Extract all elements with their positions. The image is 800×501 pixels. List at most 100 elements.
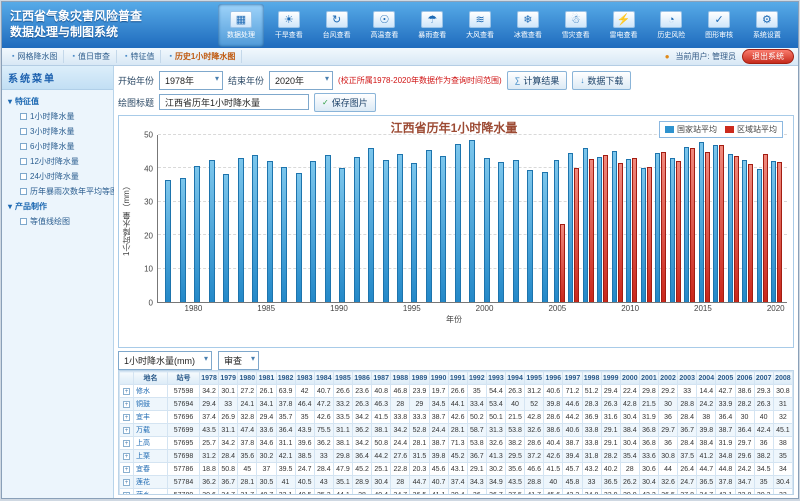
table-header-year-1994[interactable]: 1994 <box>506 372 525 385</box>
table-header-year-1988[interactable]: 1988 <box>391 372 410 385</box>
table-row-铜鼓[interactable]: +铜鼓5769429.43324.134.137.846.447.233.226… <box>120 398 793 411</box>
table-row-万载[interactable]: +万载5769943.531.147.433.636.443.975.531.1… <box>120 424 793 437</box>
row-expand-icon[interactable]: + <box>123 414 130 421</box>
value-cell-莲花-1993: 34.9 <box>486 476 505 489</box>
tree-item-1-0[interactable]: 等值线绘图 <box>4 214 111 229</box>
download-button[interactable]: ↓ 数据下载 <box>572 71 631 90</box>
header-module-4[interactable]: ☂暴雨查看 <box>409 4 455 47</box>
tab-1[interactable]: ▪值日审查 <box>66 50 116 63</box>
bar-group-2003 <box>523 135 537 302</box>
header-module-6[interactable]: ❄冰雹查看 <box>505 4 551 47</box>
tree-item-checkbox[interactable] <box>20 173 27 180</box>
tree-item-0-3[interactable]: 12小时降水量 <box>4 154 111 169</box>
tree-item-checkbox[interactable] <box>20 158 27 165</box>
row-expand-icon[interactable]: + <box>123 453 130 460</box>
value-cell-宜丰-1995: 42.8 <box>525 411 544 424</box>
tree-item-checkbox[interactable] <box>20 143 27 150</box>
table-review-select[interactable]: 审查 <box>218 351 259 370</box>
logout-button[interactable]: 退出系统 <box>742 49 794 64</box>
tab-3[interactable]: ▪历史1小时降水图 <box>163 50 242 63</box>
table-row-上栗[interactable]: +上栗5769831.228.435.630.242.138.53329.836… <box>120 450 793 463</box>
table-header-year-1996[interactable]: 1996 <box>544 372 563 385</box>
row-expand-icon[interactable]: + <box>123 492 130 496</box>
table-header-year-1995[interactable]: 1995 <box>525 372 544 385</box>
table-header-year-1982[interactable]: 1982 <box>276 372 295 385</box>
table-row-修水[interactable]: +修水5759834.230.127.226.163.94240.726.623… <box>120 385 793 398</box>
table-header-year-1999[interactable]: 1999 <box>601 372 620 385</box>
table-header-year-1983[interactable]: 1983 <box>295 372 314 385</box>
table-header-year-1993[interactable]: 1993 <box>486 372 505 385</box>
save-image-button[interactable]: ✓ 保存图片 <box>314 93 376 112</box>
tree-group-0[interactable]: ▾特征值 <box>4 94 111 109</box>
header-module-8[interactable]: ⚡雷电查看 <box>601 4 647 47</box>
table-header-name[interactable]: 地名 <box>134 372 168 385</box>
table-header-year-1985[interactable]: 1985 <box>333 372 352 385</box>
header-module-2-icon: ↻ <box>326 11 348 28</box>
header-module-7[interactable]: ☃雪灾查看 <box>553 4 599 47</box>
table-header-year-1997[interactable]: 1997 <box>563 372 582 385</box>
table-metric-select[interactable]: 1小时降水量(mm) <box>118 351 212 370</box>
table-header-year-2008[interactable]: 2008 <box>773 372 792 385</box>
table-row-萍乡[interactable]: +萍乡5778930.634.731.740.733.140.535.244.1… <box>120 489 793 496</box>
row-expand-icon[interactable]: + <box>123 401 130 408</box>
table-header-year-1984[interactable]: 1984 <box>314 372 333 385</box>
table-scroll[interactable]: 地名站号197819791980198119821983198419851986… <box>118 370 794 495</box>
chart-title-input[interactable] <box>159 94 309 110</box>
table-header-year-2000[interactable]: 2000 <box>620 372 639 385</box>
tree-item-0-0[interactable]: 1小时降水量 <box>4 109 111 124</box>
tree-item-0-4[interactable]: 24小时降水量 <box>4 169 111 184</box>
table-header-year-1981[interactable]: 1981 <box>257 372 276 385</box>
row-expand-icon[interactable]: + <box>123 427 130 434</box>
header-module-4-icon: ☂ <box>421 11 443 28</box>
header-module-1[interactable]: ☀干旱查看 <box>266 4 312 47</box>
end-year-select[interactable]: 2020年 <box>269 71 333 90</box>
tree-item-checkbox[interactable] <box>20 188 27 195</box>
table-header-year-1992[interactable]: 1992 <box>467 372 486 385</box>
table-header-year-1990[interactable]: 1990 <box>429 372 448 385</box>
table-header-year-2006[interactable]: 2006 <box>735 372 754 385</box>
tree-item-checkbox[interactable] <box>20 128 27 135</box>
start-year-select[interactable]: 1978年 <box>159 71 223 90</box>
table-header-year-2005[interactable]: 2005 <box>716 372 735 385</box>
value-cell-修水-1987: 40.8 <box>372 385 391 398</box>
tree-item-checkbox[interactable] <box>20 218 27 225</box>
table-row-上高[interactable]: +上高5769525.734.237.834.631.139.636.238.1… <box>120 437 793 450</box>
table-header-year-1978[interactable]: 1978 <box>200 372 219 385</box>
row-expand-icon[interactable]: + <box>123 440 130 447</box>
header-module-10[interactable]: ✓图形审核 <box>696 4 742 47</box>
table-header-year-1998[interactable]: 1998 <box>582 372 601 385</box>
header-module-3[interactable]: ☉高温查看 <box>361 4 407 47</box>
tree-item-0-2[interactable]: 6小时降水量 <box>4 139 111 154</box>
table-header-year-2003[interactable]: 2003 <box>678 372 697 385</box>
table-row-宜春[interactable]: +宜春5778618.850.8453739.524.728.447.945.2… <box>120 463 793 476</box>
header-module-2[interactable]: ↻台风查看 <box>314 4 360 47</box>
tab-2[interactable]: ▪特征值 <box>119 50 161 63</box>
tree-item-0-5[interactable]: 历年暴雨次数年平均等图 <box>4 184 111 199</box>
calc-button[interactable]: ∑ 计算结果 <box>507 71 568 90</box>
tab-3-icon: ▪ <box>169 53 171 60</box>
tree-group-1[interactable]: ▾产品制作 <box>4 199 111 214</box>
table-header-year-1991[interactable]: 1991 <box>448 372 467 385</box>
table-header-station[interactable]: 站号 <box>168 372 200 385</box>
table-header-year-1989[interactable]: 1989 <box>410 372 429 385</box>
table-row-莲花[interactable]: +莲花5778436.236.728.130.54140.54335.128.9… <box>120 476 793 489</box>
table-header-year-2007[interactable]: 2007 <box>754 372 773 385</box>
tree-item-0-1[interactable]: 3小时降水量 <box>4 124 111 139</box>
tab-0[interactable]: ▪网格降水图 <box>6 50 64 63</box>
row-expand-icon[interactable]: + <box>123 466 130 473</box>
header-module-5[interactable]: ≋大风查看 <box>457 4 503 47</box>
header-module-0[interactable]: ▦数据处理 <box>218 4 264 47</box>
row-expand-icon[interactable]: + <box>123 479 130 486</box>
table-header-year-1986[interactable]: 1986 <box>353 372 372 385</box>
table-header-year-2001[interactable]: 2001 <box>639 372 658 385</box>
tree-item-checkbox[interactable] <box>20 113 27 120</box>
header-module-11[interactable]: ⚙系统设置 <box>744 4 790 47</box>
header-module-9[interactable]: ◔历史风险 <box>648 4 694 47</box>
table-header-year-1979[interactable]: 1979 <box>219 372 238 385</box>
table-header-year-1987[interactable]: 1987 <box>372 372 391 385</box>
row-expand-icon[interactable]: + <box>123 388 130 395</box>
table-header-year-2004[interactable]: 2004 <box>697 372 716 385</box>
table-row-宜丰[interactable]: +宜丰5769637.426.932.829.435.73542.633.534… <box>120 411 793 424</box>
table-header-year-2002[interactable]: 2002 <box>659 372 678 385</box>
table-header-year-1980[interactable]: 1980 <box>238 372 257 385</box>
